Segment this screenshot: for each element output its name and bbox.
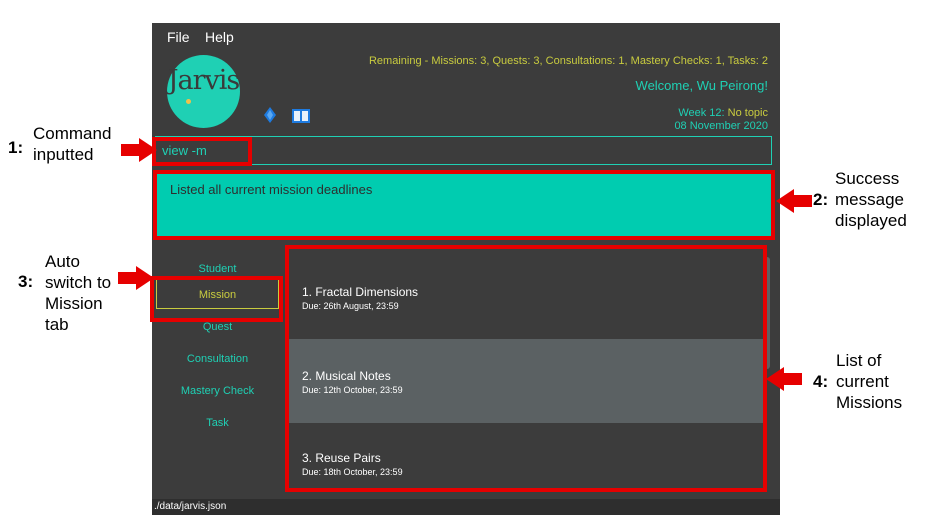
annotation-4-number: 4: xyxy=(813,372,829,391)
highlight-mission-list xyxy=(285,245,767,492)
tab-quest[interactable]: Quest xyxy=(152,321,283,333)
annotation-4-text: List of current Missions xyxy=(836,350,902,413)
menu-help[interactable]: Help xyxy=(205,29,234,45)
annotation-line: List of xyxy=(836,351,882,370)
highlight-mission-tab xyxy=(150,276,283,322)
remaining-summary: Remaining - Missions: 3, Quests: 3, Cons… xyxy=(368,55,768,67)
menu-bar: File Help xyxy=(152,23,780,51)
annotation-line: Success xyxy=(835,169,900,188)
jarvis-logo: Jarvis xyxy=(167,55,240,128)
annotation-2-number: 2: xyxy=(813,190,829,209)
annotation-2-text: Success message displayed xyxy=(835,168,907,231)
command-input[interactable] xyxy=(162,139,762,161)
annotation-line: Auto xyxy=(45,252,80,271)
annotation-line: Missions xyxy=(836,393,903,412)
annotation-line: Command xyxy=(33,124,112,143)
annotation-line: current xyxy=(836,372,889,391)
book-icon[interactable] xyxy=(292,109,310,123)
arrow-right-icon xyxy=(118,266,154,290)
highlight-command xyxy=(152,137,252,166)
annotation-line: Mission xyxy=(45,294,103,313)
tab-mastery-check[interactable]: Mastery Check xyxy=(152,385,283,397)
annotation-line: switch to xyxy=(45,273,112,292)
menu-file[interactable]: File xyxy=(167,29,190,45)
current-date: 08 November 2020 xyxy=(674,120,768,132)
tab-task[interactable]: Task xyxy=(152,417,283,429)
data-file-path: ./data/jarvis.json xyxy=(154,501,227,512)
annotation-line: message xyxy=(835,190,904,209)
week-label: Week 12: xyxy=(678,107,728,119)
arrow-right-icon xyxy=(121,138,157,162)
logo-dot xyxy=(186,99,191,104)
tab-consultation[interactable]: Consultation xyxy=(152,353,283,365)
annotation-3-number: 3: xyxy=(18,272,34,291)
annotation-1-text: Command inputted xyxy=(33,123,111,165)
annotation-3-text: Auto switch to Mission tab xyxy=(45,251,111,335)
annotation-line: tab xyxy=(45,315,69,334)
highlight-result xyxy=(153,170,775,240)
welcome-message: Welcome, Wu Peirong! xyxy=(635,78,768,93)
arrow-left-icon xyxy=(776,189,812,213)
status-bar: ./data/jarvis.json xyxy=(152,499,780,515)
week-topic: No topic xyxy=(727,107,768,119)
annotation-1-number: 1: xyxy=(8,138,24,157)
arrow-left-icon xyxy=(766,367,802,391)
diamond-icon[interactable] xyxy=(264,107,276,123)
week-info: Week 12: No topic xyxy=(678,107,768,119)
tab-student[interactable]: Student xyxy=(152,263,283,275)
annotation-line: displayed xyxy=(835,211,907,230)
logo-text: Jarvis xyxy=(167,65,241,96)
annotation-line: inputted xyxy=(33,145,94,164)
